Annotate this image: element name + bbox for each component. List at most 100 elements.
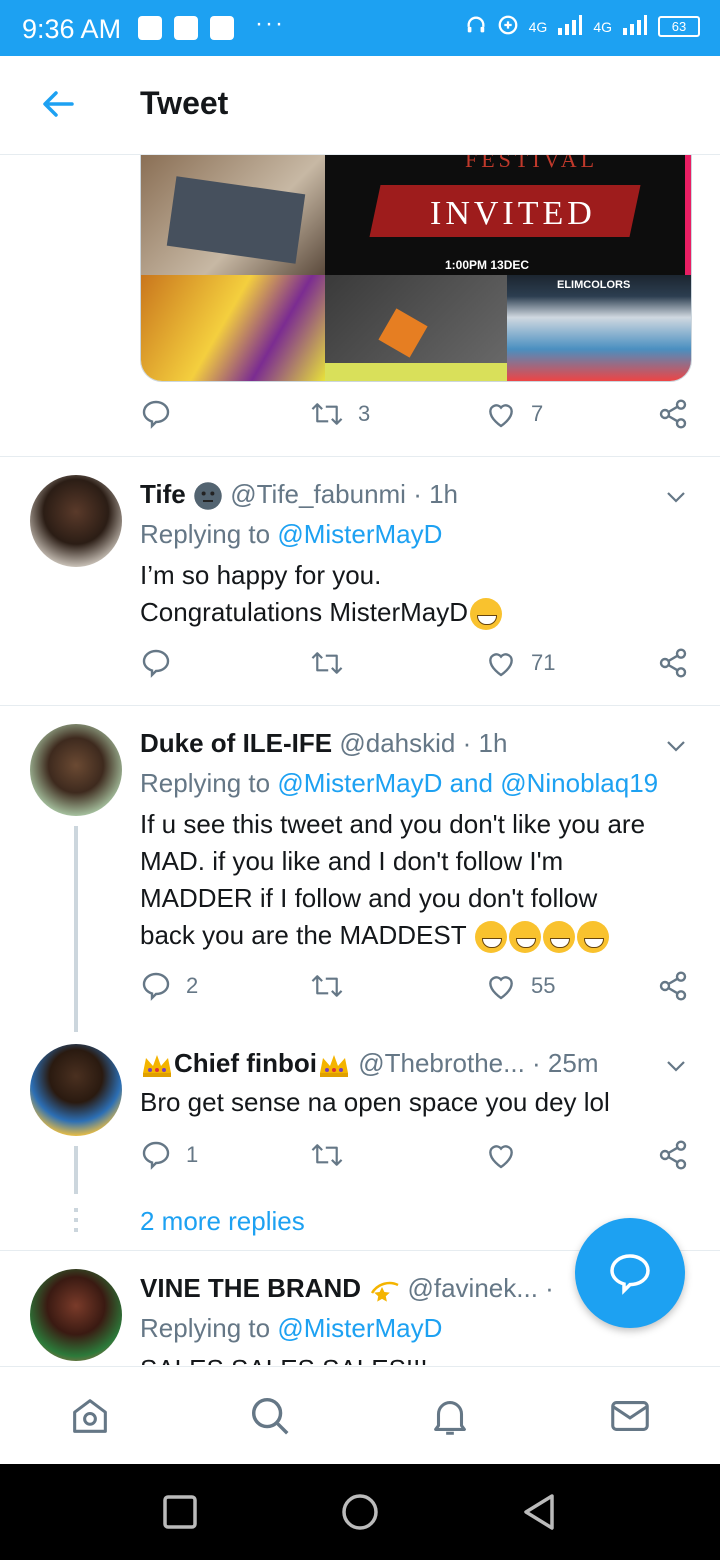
tweet-text: If u see this tweet and you don't like y… (140, 806, 700, 954)
signal-2-icon (622, 14, 648, 39)
thread-dots (74, 1208, 78, 1238)
reply-tweet-tife[interactable]: Tife @Tife_fabunmi · 1h Replying to @Mis… (0, 457, 720, 705)
avatar[interactable] (30, 475, 122, 567)
app-bar: Tweet (0, 56, 720, 155)
tweet-line: If u see this tweet and you don't like y… (140, 809, 646, 839)
back-arrow-icon[interactable] (40, 86, 76, 122)
replying-prefix: Replying to (140, 1313, 271, 1343)
user-name[interactable]: VINE THE BRAND (140, 1273, 361, 1303)
yellow-strip (325, 363, 507, 381)
home-icon[interactable] (67, 1393, 113, 1439)
tweet-line: Bro get sense na open space you dey lol (140, 1087, 610, 1117)
reply-icon (142, 1141, 170, 1170)
invite-banner: FESTIVAL INVITED 1:00PM 13DEC (325, 155, 691, 275)
reply-count: 1 (186, 1142, 199, 1167)
tweet-header: Tife @Tife_fabunmi · 1h (140, 479, 458, 511)
reply-tweet-chief-finboi[interactable]: Chief finboi @Thebrothe... · 25m Bro get… (0, 1026, 720, 1206)
settings-notification-icon (174, 16, 198, 40)
print-products-photo: ELIMCOLORS (507, 275, 691, 381)
page-title: Tweet (140, 85, 229, 121)
crown-emoji-icon (143, 1055, 171, 1078)
share-icon[interactable] (657, 647, 689, 679)
tweet-time: · 25m (532, 1048, 599, 1078)
reply-button[interactable]: 1 (140, 1139, 198, 1171)
back-triangle-icon[interactable] (520, 1492, 560, 1537)
tweet-media-image[interactable]: FESTIVAL INVITED 1:00PM 13DEC ELIMCOLORS (140, 155, 692, 382)
home-circle-icon[interactable] (340, 1492, 380, 1537)
tweet-header: Duke of ILE-IFE @dahskid · 1h (140, 728, 507, 759)
system-nav-bar (0, 1464, 720, 1560)
reply-count: 2 (186, 973, 199, 998)
tweet-text: Bro get sense na open space you dey lol (140, 1084, 700, 1121)
notifications-bell-icon[interactable] (427, 1393, 473, 1439)
network-type-2: 4G (593, 18, 612, 35)
heart-icon[interactable] (485, 1139, 517, 1171)
reply-icon (142, 972, 170, 1001)
chevron-down-icon[interactable] (664, 734, 688, 758)
chevron-down-icon[interactable] (664, 1054, 688, 1078)
dizzy-star-emoji-icon (371, 1282, 399, 1302)
tweet-text: I’m so happy for you. Congratulations Mi… (140, 557, 700, 631)
reply-icon[interactable] (140, 398, 172, 430)
recent-apps-icon[interactable] (162, 1494, 198, 1535)
user-handle[interactable]: @Thebrothe... (358, 1048, 525, 1078)
like-button[interactable]: 71 (485, 647, 555, 679)
retweet-count: 3 (358, 401, 371, 426)
replying-to-link[interactable]: @MisterMayD and @Ninoblaq19 (277, 768, 658, 798)
user-name[interactable]: Chief finboi (174, 1048, 317, 1078)
retweet-icon[interactable] (310, 970, 344, 1002)
tweet-header: VINE THE BRAND @favinek... · (140, 1273, 554, 1305)
tweet-time: · (545, 1273, 554, 1303)
network-type: 4G (528, 18, 548, 35)
bottom-nav (0, 1366, 720, 1465)
reply-tweet-duke[interactable]: Duke of ILE-IFE @dahskid · 1h Replying t… (0, 706, 720, 1032)
more-replies-link[interactable]: 2 more replies (140, 1206, 305, 1237)
retweet-icon[interactable] (310, 647, 344, 679)
heart-icon (489, 976, 513, 1000)
avatar[interactable] (30, 1044, 122, 1136)
replying-prefix: Replying to (140, 768, 271, 798)
signal-icon (557, 14, 583, 39)
replying-to: Replying to @MisterMayD (140, 519, 442, 550)
invited-text: INVITED (430, 195, 596, 232)
share-icon[interactable] (657, 970, 689, 1002)
orange-hexagon (378, 308, 428, 358)
chevron-down-icon[interactable] (664, 485, 688, 509)
compose-reply-button[interactable] (575, 1218, 685, 1328)
user-handle[interactable]: @Tife_fabunmi (230, 479, 406, 509)
reply-bubble-icon (610, 1254, 650, 1295)
user-handle[interactable]: @dahskid (339, 728, 455, 758)
face-emoji-icon (194, 482, 222, 510)
grin-emoji-icon (475, 921, 508, 954)
share-icon[interactable] (657, 398, 689, 430)
brand-text: ELIMCOLORS (557, 279, 631, 291)
replying-to: Replying to @MisterMayD and @Ninoblaq19 (140, 768, 658, 799)
tweet-line: back you are the MADDEST (140, 920, 467, 950)
app-notification-icon (210, 16, 234, 40)
retweet-icon[interactable] (310, 1139, 344, 1171)
like-button[interactable]: 7 (485, 398, 543, 430)
tweet-line: Congratulations MisterMayD (140, 597, 469, 627)
reply-icon[interactable] (140, 647, 172, 679)
tweet-header: Chief finboi @Thebrothe... · 25m (140, 1048, 599, 1079)
headphones-icon (465, 14, 487, 39)
tweet-line-with-emoji: back you are the MADDEST (140, 917, 700, 954)
replying-to-link[interactable]: @MisterMayD (277, 519, 442, 549)
user-name[interactable]: Duke of ILE-IFE (140, 728, 332, 758)
share-icon[interactable] (657, 1139, 689, 1171)
user-handle[interactable]: @favinek... (407, 1273, 537, 1303)
search-icon[interactable] (247, 1393, 293, 1439)
reply-button[interactable]: 2 (140, 970, 198, 1002)
user-name[interactable]: Tife (140, 479, 186, 509)
messages-envelope-icon[interactable] (607, 1393, 653, 1439)
like-button[interactable]: 55 (485, 970, 555, 1002)
replying-to: Replying to @MisterMayD (140, 1313, 442, 1344)
like-count: 7 (531, 401, 544, 426)
avatar[interactable] (30, 724, 122, 816)
grin-emoji-icon (543, 921, 576, 954)
replying-to-link[interactable]: @MisterMayD (277, 1313, 442, 1343)
avatar[interactable] (30, 1269, 122, 1361)
retweet-button[interactable]: 3 (310, 398, 370, 430)
thread-line (74, 1146, 78, 1194)
dark-card-photo (325, 275, 507, 381)
